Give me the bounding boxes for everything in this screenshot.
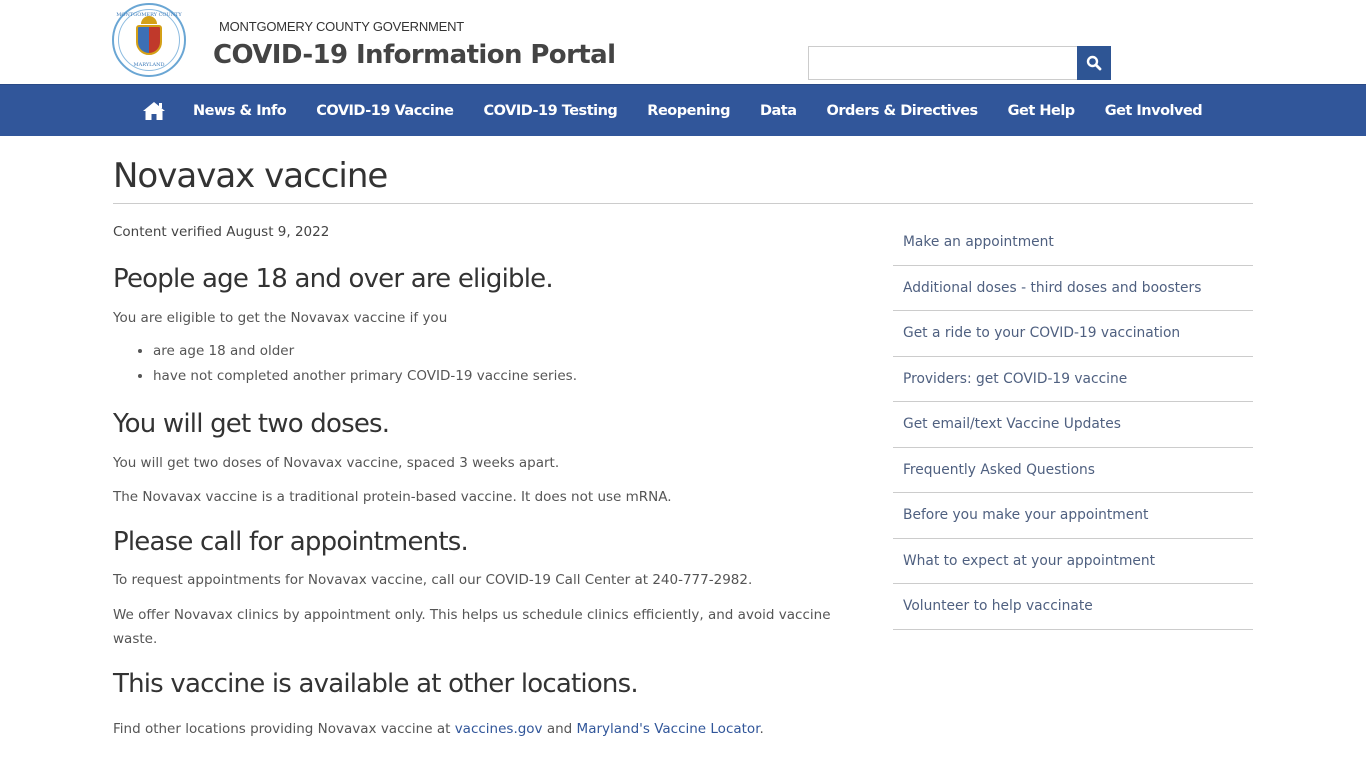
site-title[interactable]: COVID-19 Information Portal xyxy=(213,40,616,70)
title-divider xyxy=(113,203,1253,204)
sidebar-item-before-appointment[interactable]: Before you make your appointment xyxy=(893,493,1253,539)
appointments-paragraph-2: We offer Novavax clinics by appointment … xyxy=(113,607,831,647)
sidebar-item-make-appointment[interactable]: Make an appointment xyxy=(893,220,1253,266)
nav-data[interactable]: Data xyxy=(745,85,812,137)
nav-news-info[interactable]: News & Info xyxy=(178,85,301,137)
heading-eligibility: People age 18 and over are eligible. xyxy=(113,264,554,294)
seal-ring: MONTGOMERY COUNTY MARYLAND xyxy=(116,9,182,71)
search-icon xyxy=(1086,55,1102,71)
main-content: Content verified August 9, 2022 People a… xyxy=(113,222,833,741)
org-name: MONTGOMERY COUNTY GOVERNMENT xyxy=(219,19,465,34)
search-button[interactable] xyxy=(1077,46,1111,80)
seal-bottom-text: MARYLAND xyxy=(133,62,165,68)
nav-orders-directives[interactable]: Orders & Directives xyxy=(812,85,993,137)
nav-reopening[interactable]: Reopening xyxy=(632,85,745,137)
county-seal-logo[interactable]: MONTGOMERY COUNTY MARYLAND xyxy=(112,3,186,77)
sidebar-links: Make an appointment Additional doses - t… xyxy=(893,220,1253,630)
locations-text-before: Find other locations providing Novavax v… xyxy=(113,721,455,737)
search-form xyxy=(808,46,1111,80)
locations-paragraph: Find other locations providing Novavax v… xyxy=(113,717,833,741)
nav-items: News & Info COVID-19 Vaccine COVID-19 Te… xyxy=(130,85,1217,137)
nav-get-help[interactable]: Get Help xyxy=(993,85,1090,137)
seal-shield-icon xyxy=(136,25,162,55)
eligibility-item: have not completed another primary COVID… xyxy=(153,364,833,389)
locations-text-after: . xyxy=(759,721,764,737)
sidebar-item-additional-doses[interactable]: Additional doses - third doses and boost… xyxy=(893,266,1253,311)
appointments-paragraph-1: To request appointments for Novavax vacc… xyxy=(113,572,753,588)
sidebar-item-faq[interactable]: Frequently Asked Questions xyxy=(893,448,1253,493)
sidebar-item-providers[interactable]: Providers: get COVID-19 vaccine xyxy=(893,357,1253,402)
site-header: MONTGOMERY COUNTY MARYLAND MONTGOMERY CO… xyxy=(0,0,1366,84)
nav-covid-vaccine[interactable]: COVID-19 Vaccine xyxy=(301,85,468,137)
page-title: Novavax vaccine xyxy=(113,156,388,196)
sidebar-item-volunteer[interactable]: Volunteer to help vaccinate xyxy=(893,584,1253,630)
home-icon xyxy=(143,102,165,120)
nav-get-involved[interactable]: Get Involved xyxy=(1090,85,1217,137)
eligibility-list: are age 18 and older have not completed … xyxy=(113,339,833,389)
heading-appointments: Please call for appointments. xyxy=(113,527,469,557)
sidebar-item-email-text-updates[interactable]: Get email/text Vaccine Updates xyxy=(893,402,1253,448)
doses-paragraph-2: The Novavax vaccine is a traditional pro… xyxy=(113,489,672,505)
maryland-vaccine-locator-link[interactable]: Maryland's Vaccine Locator xyxy=(577,721,760,737)
heading-locations: This vaccine is available at other locat… xyxy=(113,669,639,699)
doses-paragraph-1: You will get two doses of Novavax vaccin… xyxy=(113,455,560,471)
search-input[interactable] xyxy=(808,46,1077,80)
heading-doses: You will get two doses. xyxy=(113,409,390,439)
eligibility-intro: You are eligible to get the Novavax vacc… xyxy=(113,310,448,326)
nav-home[interactable] xyxy=(130,85,178,137)
content-verified-date: Content verified August 9, 2022 xyxy=(113,224,330,240)
main-nav: News & Info COVID-19 Vaccine COVID-19 Te… xyxy=(0,84,1366,136)
sidebar-item-get-ride[interactable]: Get a ride to your COVID-19 vaccination xyxy=(893,311,1253,357)
sidebar-item-what-to-expect[interactable]: What to expect at your appointment xyxy=(893,539,1253,584)
nav-covid-testing[interactable]: COVID-19 Testing xyxy=(469,85,633,137)
locations-text-mid: and xyxy=(542,721,577,737)
vaccines-gov-link[interactable]: vaccines.gov xyxy=(455,721,543,737)
eligibility-item: are age 18 and older xyxy=(153,339,833,364)
